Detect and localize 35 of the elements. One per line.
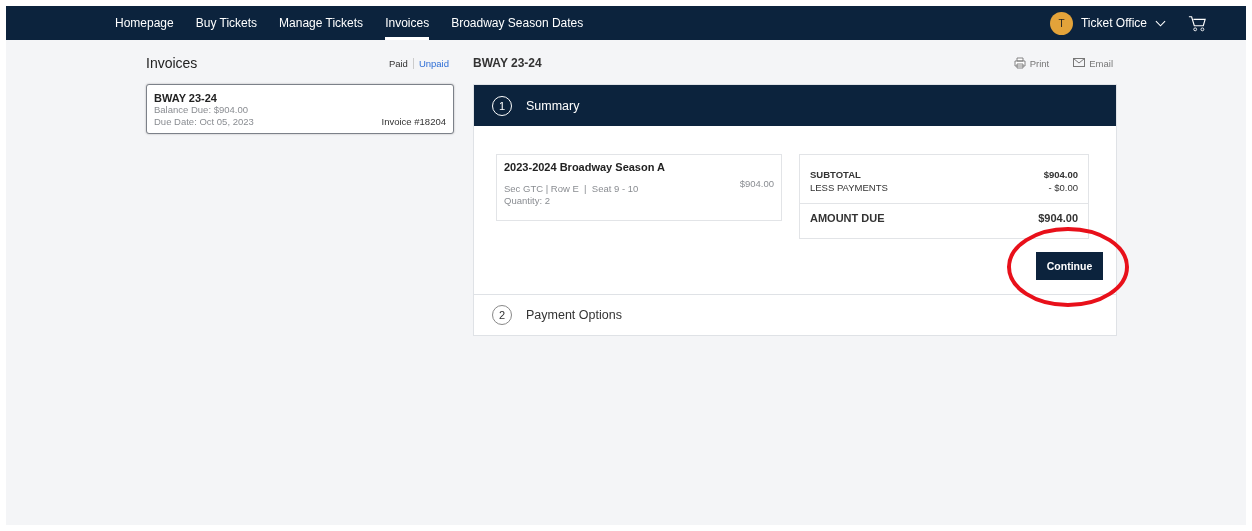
nav-tab[interactable]: Broadway Season Dates [451,6,584,40]
total-label: SUBTOTAL [810,168,861,181]
nav-tab[interactable]: Invoices [385,6,430,40]
total-label: LESS PAYMENTS [810,181,888,194]
invoice-number: Invoice #18204 [381,116,446,128]
seat-info: Sec GTC | Row E | Seat 9 - 10 [504,183,639,195]
balance-due: Balance Due: $904.00 [154,104,250,116]
cart-icon [1188,13,1206,33]
step-header[interactable]: 2 Payment Options [474,295,1116,335]
continue-button[interactable]: Continue [1036,252,1103,280]
nav-tab[interactable]: Buy Tickets [195,6,258,40]
avatar: T [1049,11,1073,35]
printer-icon [1013,57,1026,69]
total-value: $904.00 [1043,168,1078,181]
filter-link[interactable]: Unpaid [412,57,454,69]
total-value: - $0.00 [1048,181,1078,194]
filter-link[interactable]: Paid [383,57,413,69]
nav-tab[interactable]: Manage Tickets [279,6,364,40]
email-link[interactable]: Email [1073,57,1113,69]
envelope-icon [1073,57,1086,69]
account-menu[interactable]: T Ticket Office [1049,6,1166,40]
invoice-title: BWAY 23-24 [473,56,543,70]
nav-tab[interactable]: Homepage [115,6,174,40]
quantity: Quantity: 2 [504,195,550,207]
invoice-card[interactable]: BWAY 23-24 Balance Due: $904.00 Due Date: Oct 05, 2023 Invoice #18204 [146,84,454,134]
item-price: $904.00 [739,178,774,189]
due-date: Due Date: Oct 05, 2023 [154,116,254,128]
invoice-name: BWAY 23-24 [154,92,218,104]
step-header[interactable]: 1 Summary [474,85,1116,126]
total-value: $904.00 [1038,212,1078,225]
print-link[interactable]: Print [1013,57,1050,69]
chevron-down-icon [1155,19,1166,27]
total-label: AMOUNT DUE [810,212,885,225]
panel-title: Invoices [146,55,199,71]
item-name: 2023-2024 Broadway Season A [504,161,666,173]
